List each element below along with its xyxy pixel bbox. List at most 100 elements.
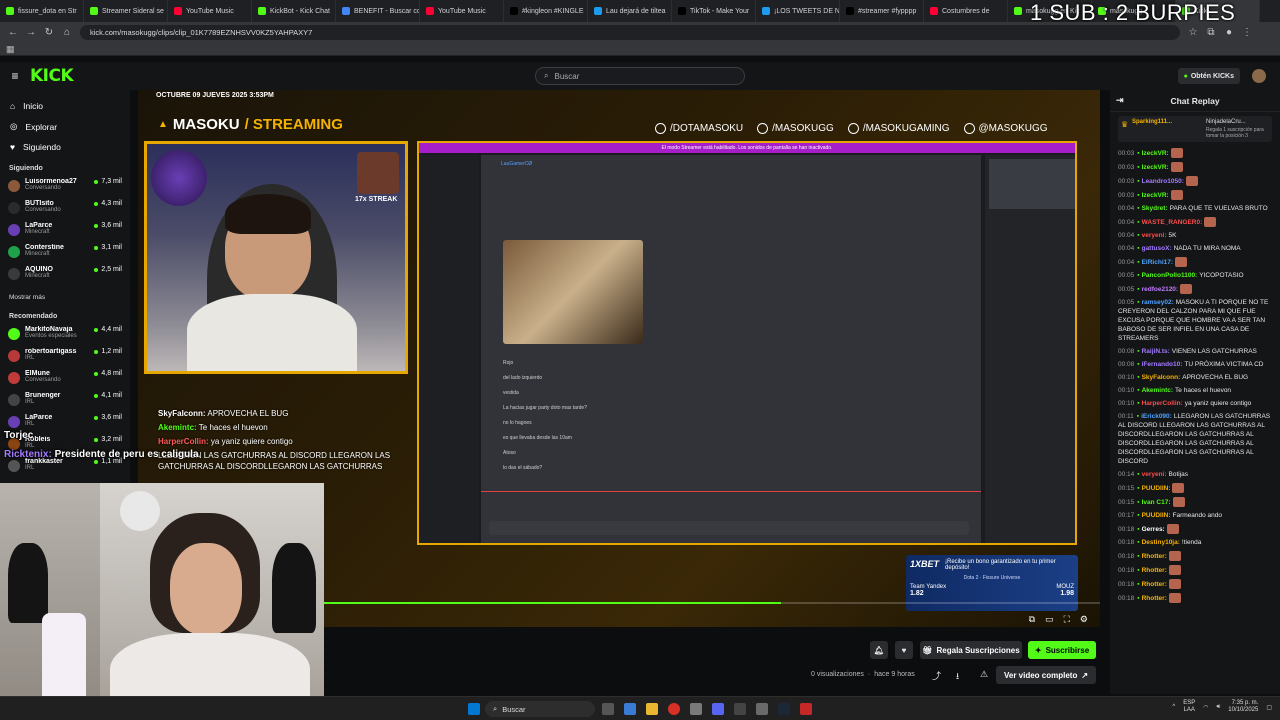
language-indicator[interactable]: ESP LAA (1183, 700, 1195, 714)
collapse-chat-icon[interactable]: ⇥ (1116, 95, 1124, 106)
pip-icon[interactable]: ⧉ (1029, 614, 1035, 625)
chat-username[interactable]: Rhotter: (1142, 595, 1167, 602)
chat-username[interactable]: PUUDIIN: (1142, 512, 1171, 519)
sidebar-channel[interactable]: Luisormenoa27 Conversando 7,3 mil (0, 176, 130, 198)
browser-tab[interactable]: YouTube Music (168, 0, 252, 22)
chat-username[interactable]: Ivan C17: (1142, 499, 1171, 506)
sidebar-channel[interactable]: robertoartigass IRL 1,2 mil (0, 346, 130, 368)
hamburger-menu-icon[interactable]: ≡ (10, 69, 20, 83)
get-kicks-button[interactable]: ● Obtén KICKs (1177, 68, 1240, 84)
chat-username[interactable]: HarperCollin: (1142, 400, 1183, 407)
chat-username[interactable]: IzeckVR: (1142, 192, 1169, 199)
sidebar-nav-explorar[interactable]: ◎ Explorar (0, 116, 130, 137)
gift-subs-button[interactable]: 🎁︎ Regala Suscripciones (920, 641, 1022, 659)
volume-icon[interactable]: 🔊︎ (1217, 704, 1221, 711)
task-view-icon[interactable] (602, 703, 614, 715)
back-icon[interactable]: ← (8, 27, 18, 38)
chat-username[interactable]: ElRichi17: (1142, 259, 1173, 266)
notification-bell-icon[interactable]: 🔔︎ (870, 641, 888, 659)
settings-app-icon[interactable] (690, 703, 702, 715)
reload-icon[interactable]: ↻ (44, 27, 54, 38)
report-icon[interactable]: ⚠ (980, 669, 988, 680)
tray-chevron-icon[interactable]: ^ (1172, 704, 1175, 710)
browser-tab[interactable]: #streamer #fypppp (840, 0, 924, 22)
settings-icon[interactable]: ⚙ (1080, 614, 1088, 625)
file-explorer-icon[interactable] (646, 703, 658, 715)
browser-tab[interactable]: fissure_dota en Str (0, 0, 84, 22)
windows-start-icon[interactable] (468, 703, 480, 715)
chat-username[interactable]: ramsey02: (1142, 299, 1174, 306)
sidebar-channel[interactable]: LaParce Minecraft 3,6 mil (0, 220, 130, 242)
sidebar-channel[interactable]: AQUINO Minecraft 2,5 mil (0, 264, 130, 286)
chat-username[interactable]: IzeckVR: (1142, 164, 1169, 171)
kick-logo[interactable]: KICK (30, 66, 74, 86)
menu-icon[interactable]: ⋮ (1242, 27, 1252, 38)
browser-tab[interactable]: TikTok - Make Your (672, 0, 756, 22)
sidebar-channel[interactable]: Conterstine Minecraft 3,1 mil (0, 242, 130, 264)
browser-tab[interactable]: #kingleon #KINGLE (504, 0, 588, 22)
full-video-button[interactable]: Ver video completo ↗ (996, 666, 1096, 684)
sidebar-channel[interactable]: ElMune Conversando 4,8 mil (0, 368, 130, 390)
download-icon[interactable]: ⭳ (956, 669, 959, 685)
chat-username[interactable]: Rhotter: (1142, 553, 1167, 560)
notifications-icon[interactable]: ▢ (1266, 704, 1272, 711)
chat-username[interactable]: SkyFalconn: (1142, 374, 1181, 381)
theater-icon[interactable]: ▭ (1045, 614, 1054, 625)
show-more-link[interactable]: Mostrar más (0, 286, 130, 305)
chat-username[interactable]: WASTE_RANGER0: (1142, 219, 1203, 226)
chat-username[interactable]: Leandro1050: (1142, 178, 1184, 185)
profile-icon[interactable]: ● (1224, 27, 1234, 38)
chat-username[interactable]: iFernando10: (1142, 361, 1183, 368)
extensions-icon[interactable]: ⧉ (1206, 27, 1216, 38)
follow-heart-icon[interactable]: ♥ (895, 641, 913, 659)
chat-username[interactable]: PUUDIIN: (1142, 485, 1171, 492)
sidebar-channel[interactable]: Brunenger IRL 4,1 mil (0, 390, 130, 412)
edge-icon[interactable] (624, 703, 636, 715)
sidebar-channel[interactable]: MarkitoNavaja Eventos especiales 4,4 mil (0, 324, 130, 346)
home-icon[interactable]: ⌂ (62, 27, 72, 38)
chat-username[interactable]: Skydret: (1142, 205, 1168, 212)
apps-icon[interactable]: ▦ (6, 44, 15, 55)
browser-tab[interactable]: BENEFIT - Buscar co (336, 0, 420, 22)
taskbar-search[interactable]: ⌕ Buscar (485, 701, 595, 717)
chat-username[interactable]: veryeni: (1142, 471, 1167, 478)
steam-icon[interactable] (778, 703, 790, 715)
app-icon-8[interactable] (756, 703, 768, 715)
discord-icon[interactable] (712, 703, 724, 715)
chat-username[interactable]: Rhotter: (1142, 581, 1167, 588)
chat-username[interactable]: Destiny10ja: (1142, 539, 1180, 546)
fullscreen-icon[interactable]: ⛶ (1064, 614, 1070, 625)
search-input[interactable]: ⌕ Buscar (535, 67, 745, 85)
subscribe-button[interactable]: ✦ Suscribirse (1028, 641, 1096, 659)
chrome-icon[interactable] (668, 703, 680, 715)
share-icon[interactable]: ⤴ (932, 669, 941, 682)
avatar[interactable] (1252, 69, 1266, 83)
browser-tab[interactable]: ¡LOS TWEETS DE N (756, 0, 840, 22)
browser-tab[interactable]: Lau dejará de tiltea (588, 0, 672, 22)
chat-username[interactable]: PanconPollo1100: (1142, 272, 1198, 279)
sidebar-nav-siguiendo[interactable]: ♥ Siguiendo (0, 137, 130, 157)
chat-username[interactable]: RaijiN.ts: (1142, 348, 1170, 355)
sidebar-nav-inicio[interactable]: ⌂ Inicio (0, 96, 130, 116)
browser-tab[interactable]: Costumbres de (924, 0, 1008, 22)
forward-icon[interactable]: → (26, 27, 36, 38)
app-icon-7[interactable] (734, 703, 746, 715)
wifi-icon[interactable]: ◠ (1203, 704, 1208, 711)
chat-username[interactable]: gattusoX: (1142, 245, 1172, 252)
chat-username[interactable]: iErick090: (1141, 413, 1172, 420)
chat-username[interactable]: veryeni: (1142, 232, 1167, 239)
sidebar-channel[interactable]: BUTIsito Conversando 4,3 mil (0, 198, 130, 220)
clock[interactable]: 7:35 p. m. 10/10/2025 (1228, 700, 1258, 714)
channel-name: Luisormenoa27 (25, 178, 77, 185)
browser-tab[interactable]: YouTube Music (420, 0, 504, 22)
app-icon-10[interactable] (800, 703, 812, 715)
chat-username[interactable]: Akemintc: (1142, 387, 1173, 394)
browser-tab[interactable]: Streamer Sideral se (84, 0, 168, 22)
url-input[interactable]: kick.com/masokugg/clips/clip_01K7789EZNH… (80, 24, 1180, 40)
chat-username[interactable]: IzeckVR: (1142, 150, 1169, 157)
bookmark-star-icon[interactable]: ☆ (1188, 27, 1198, 38)
browser-tab[interactable]: KickBot - Kick Chat (252, 0, 336, 22)
chat-username[interactable]: Gerres: (1142, 526, 1165, 533)
chat-username[interactable]: redfoe2120: (1142, 286, 1179, 293)
chat-username[interactable]: Rhotter: (1142, 567, 1167, 574)
